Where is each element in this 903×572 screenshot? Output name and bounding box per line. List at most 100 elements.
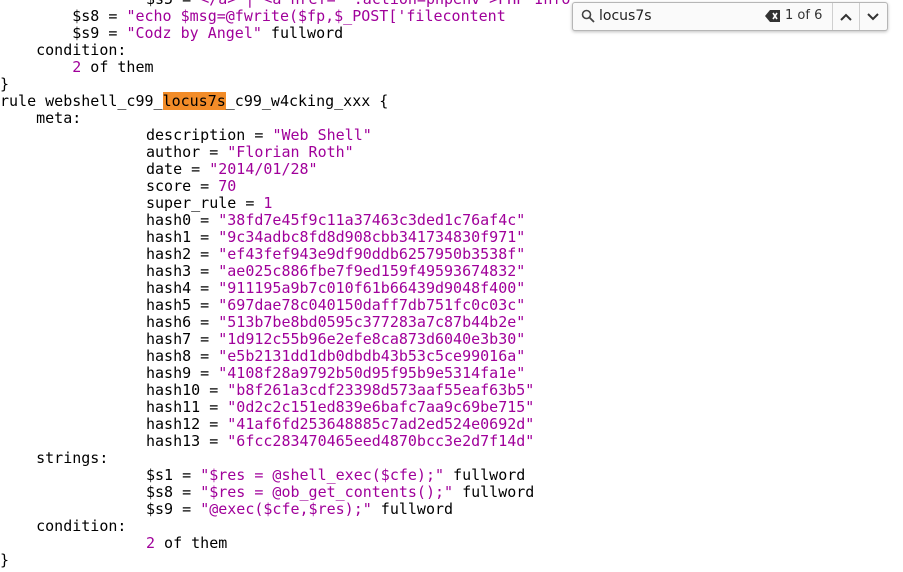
meta-entry: description = "Web Shell" [146, 127, 372, 144]
string-value: "@exec($cfe,$res);" [200, 500, 372, 518]
meta-entry: hash8 = "e5b2131dd1db0dbdb43b53c5ce99016… [146, 348, 525, 365]
meta-value: "0d2c2c151ed839e6bafc7aa9c69be715" [227, 398, 535, 416]
meta-value: "4108f28a9792b50d95f95b9e5314fa1e" [218, 364, 526, 382]
strings-label: strings: [0, 449, 109, 467]
string-value: "$res = @shell_exec($cfe);" [200, 466, 445, 484]
meta-entry: hash0 = "38fd7e45f9c11a37463c3ded1c76af4… [146, 212, 525, 229]
string-entry: $s8 = "$res = @ob_get_contents();" fullw… [146, 484, 534, 501]
meta-entry: hash4 = "911195a9b7c010f61b66439d9048f40… [146, 280, 525, 297]
meta-entry: hash1 = "9c34adbc8fd8d908cbb341734830f97… [146, 229, 525, 246]
meta-value: "1d912c55b96e2efe8ca873d6040e3b30" [218, 330, 526, 348]
meta-value: "9c34adbc8fd8d908cbb341734830f971" [218, 228, 526, 246]
meta-key: hash9 = [146, 364, 219, 382]
meta-entry: hash10 = "b8f261a3cdf23398d573aaf55eaf63… [146, 382, 534, 399]
string-key: $s8 = [146, 483, 201, 501]
code-string: "Codz by Angel" [126, 24, 262, 42]
code-var: $s8 = [72, 7, 127, 25]
meta-label: meta: [0, 109, 82, 127]
meta-entry: hash7 = "1d912c55b96e2efe8ca873d6040e3b3… [146, 331, 525, 348]
code-keyword: fullword [261, 24, 344, 42]
meta-value: "Web Shell" [272, 126, 372, 144]
find-input[interactable] [599, 6, 759, 26]
meta-key: hash10 = [146, 381, 228, 399]
rule-suffix: _c99_w4cking_xxx { [225, 92, 389, 110]
meta-value: "2014/01/28" [209, 160, 318, 178]
code-line: $s8 = "echo $msg=@fwrite($fp,$_POST['fil… [0, 7, 506, 25]
string-key: $s9 = [146, 500, 201, 518]
meta-key: date = [146, 160, 210, 178]
meta-entry: super_rule = 1 [146, 195, 272, 212]
meta-entry: hash5 = "697dae78c040150daff7db751fc0c03… [146, 297, 525, 314]
meta-key: hash5 = [146, 296, 219, 314]
meta-value: "38fd7e45f9c11a37463c3ded1c76af4c" [218, 211, 526, 229]
meta-value: "697dae78c040150daff7db751fc0c03c" [218, 296, 526, 314]
string-entry: $s9 = "@exec($cfe,$res);" fullword [146, 501, 453, 518]
meta-value: "6fcc283470465eed4870bcc3e2d7f14d" [227, 432, 535, 450]
match-count: 1 of 6 [785, 8, 823, 23]
meta-entry: score = 70 [146, 178, 236, 195]
meta-entry: hash6 = "513b7be8bd0595c377283a7c87b44b2… [146, 314, 525, 331]
code-keyword: condition: [36, 41, 127, 59]
meta-entry: hash2 = "ef43fef943e9df90ddb6257950b3538… [146, 246, 525, 263]
meta-value: "e5b2131dd1db0dbdb43b53c5ce99016a" [218, 347, 526, 365]
search-icon [581, 9, 595, 23]
meta-key: hash3 = [146, 262, 219, 280]
code-string: "echo $msg=@fwrite($fp,$_POST['fileconte… [126, 7, 506, 25]
string-key: $s1 = [146, 466, 201, 484]
condition-line: 2 of them [146, 535, 227, 552]
meta-entry: date = "2014/01/28" [146, 161, 318, 178]
meta-entry: hash13 = "6fcc283470465eed4870bcc3e2d7f1… [146, 433, 534, 450]
code-line: condition: [0, 42, 126, 59]
meta-value: 1 [263, 194, 273, 212]
meta-key: hash4 = [146, 279, 219, 297]
meta-key: score = [146, 177, 219, 195]
meta-key: hash11 = [146, 398, 228, 416]
code-line: $s9 = "Codz by Angel" fullword [0, 25, 343, 42]
string-modifier: fullword [453, 483, 535, 501]
meta-value: "513b7be8bd0595c377283a7c87b44b2e" [218, 313, 526, 331]
code-number: 2 [72, 58, 82, 76]
find-previous-button[interactable] [832, 3, 859, 30]
meta-key: hash6 = [146, 313, 219, 331]
find-next-button[interactable] [859, 3, 886, 30]
rule-declaration-line: rule webshell_c99_locus7s_c99_w4cking_xx… [0, 92, 389, 110]
code-brace: } [0, 551, 10, 569]
meta-key: hash12 = [146, 415, 228, 433]
meta-entry: author = "Florian Roth" [146, 144, 354, 161]
meta-entry: hash12 = "41af6fd253648885c7ad2ed524e069… [146, 416, 534, 433]
code-line: 2 of them [0, 58, 153, 76]
meta-key: hash7 = [146, 330, 219, 348]
code-brace: } [0, 75, 10, 93]
find-bar: 1 of 6 [572, 2, 888, 31]
code-editor[interactable]: $s5 = </a> | <a href=" .action=phpenv">P… [0, 0, 903, 572]
string-modifier: fullword [444, 466, 526, 484]
meta-value: "Florian Roth" [227, 143, 354, 161]
meta-value: 70 [218, 177, 237, 195]
meta-entry: hash3 = "ae025c886fbe7f9ed159f4959367483… [146, 263, 525, 280]
chevron-up-icon [840, 13, 852, 21]
meta-key: hash0 = [146, 211, 219, 229]
string-value: "$res = @ob_get_contents();" [200, 483, 454, 501]
meta-entry: hash11 = "0d2c2c151ed839e6bafc7aa9c69be7… [146, 399, 534, 416]
meta-value: "41af6fd253648885c7ad2ed524e0692d" [227, 415, 535, 433]
code-line: } [0, 76, 9, 93]
meta-value: "ef43fef943e9df90ddb6257950b3538f" [218, 245, 526, 263]
code-text: of them [155, 534, 228, 552]
string-entry: $s1 = "$res = @shell_exec($cfe);" fullwo… [146, 467, 525, 484]
backspace-clear-icon[interactable] [765, 9, 781, 23]
chevron-down-icon [867, 12, 879, 20]
meta-key: author = [146, 143, 228, 161]
meta-key: hash8 = [146, 347, 219, 365]
meta-value: "b8f261a3cdf23398d573aaf55eaf63b5" [227, 381, 535, 399]
meta-key: description = [146, 126, 273, 144]
meta-key: hash13 = [146, 432, 228, 450]
condition-label: condition: [0, 517, 127, 535]
meta-key: super_rule = [146, 194, 264, 212]
meta-value: "911195a9b7c010f61b66439d9048f400" [218, 279, 526, 297]
search-match-highlight: locus7s [162, 92, 226, 110]
meta-entry: hash9 = "4108f28a9792b50d95f95b9e5314fa1… [146, 365, 525, 382]
meta-key: hash2 = [146, 245, 219, 263]
